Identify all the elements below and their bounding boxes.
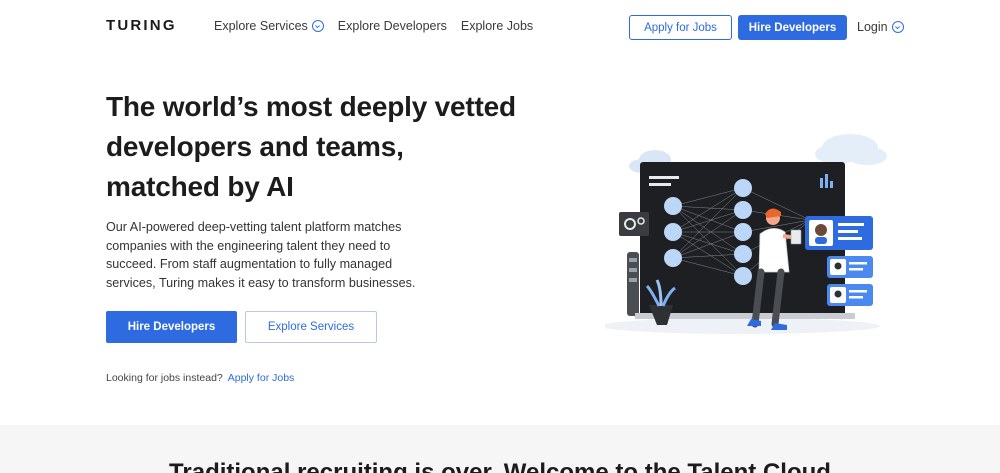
hire-developers-button[interactable]: Hire Developers [106, 311, 237, 343]
cloud-icon [815, 134, 887, 165]
hero-title-line: The world’s most deeply vetted [106, 91, 516, 122]
nav-link-label: Explore Services [214, 19, 308, 33]
nav-explore-developers[interactable]: Explore Developers [338, 19, 447, 33]
turing-logo[interactable]: TURING [106, 17, 177, 34]
chevron-down-icon [891, 21, 904, 33]
jobs-prompt-text: Looking for jobs instead? [106, 372, 223, 384]
nav-explore-jobs[interactable]: Explore Jobs [461, 19, 533, 33]
ai-matching-illustration [605, 134, 887, 334]
nav-link-label: Explore Jobs [460, 19, 534, 33]
nav-link-label: Explore Developers [337, 19, 447, 33]
hero-title: The world’s most deeply vetted developer… [106, 87, 546, 207]
hero-title-line: developers and teams, [106, 131, 404, 162]
profile-card-icon [827, 256, 873, 278]
apply-for-jobs-link[interactable]: Apply for Jobs [228, 372, 295, 384]
login-menu[interactable]: Login [857, 20, 904, 34]
profile-card-icon [805, 216, 873, 250]
primary-nav-links: Explore Services Explore Developers Expl… [214, 19, 533, 33]
top-navigation: TURING Explore Services Explore Develope… [0, 0, 1000, 54]
hero-description: Our AI-powered deep-vetting talent platf… [106, 220, 416, 290]
chevron-down-icon [311, 20, 324, 32]
hero-title-line: matched by AI [106, 171, 294, 202]
apply-for-jobs-button[interactable]: Apply for Jobs [629, 15, 732, 40]
profile-card-icon [827, 284, 873, 306]
talent-cloud-section: Traditional recruiting is over. Welcome … [0, 425, 1000, 473]
explore-services-button[interactable]: Explore Services [245, 311, 377, 343]
nav-explore-services[interactable]: Explore Services [214, 19, 324, 33]
section-title: Traditional recruiting is over. Welcome … [169, 459, 831, 473]
login-label: Login [857, 20, 888, 34]
hire-developers-nav-button[interactable]: Hire Developers [738, 15, 847, 40]
jobs-prompt: Looking for jobs instead? Apply for Jobs [106, 372, 294, 384]
gear-icon [619, 212, 649, 236]
